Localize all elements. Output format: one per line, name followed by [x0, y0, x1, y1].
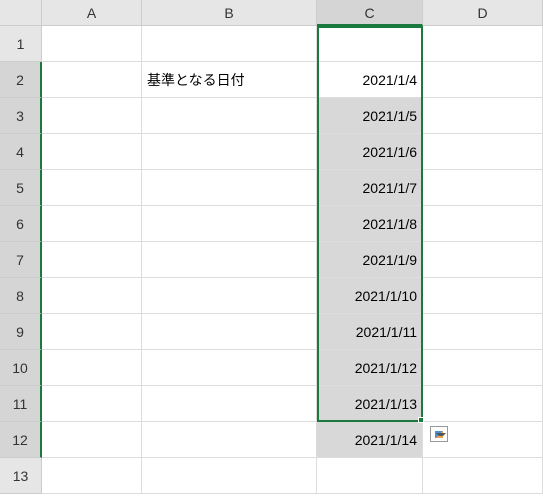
cell-d10[interactable]	[423, 350, 543, 386]
cell-d4[interactable]	[423, 134, 543, 170]
cell-b1[interactable]	[142, 26, 317, 62]
cell-d8[interactable]	[423, 278, 543, 314]
cell-a7[interactable]	[42, 242, 142, 278]
cell-b10[interactable]	[142, 350, 317, 386]
cell-a11[interactable]	[42, 386, 142, 422]
cell-d2[interactable]	[423, 62, 543, 98]
col-header-c[interactable]: C	[317, 0, 423, 26]
cell-b12[interactable]	[142, 422, 317, 458]
col-header-d[interactable]: D	[423, 0, 543, 26]
cell-a4[interactable]	[42, 134, 142, 170]
fill-handle[interactable]	[418, 417, 424, 423]
row-header-8[interactable]: 8	[0, 278, 42, 314]
cell-c11[interactable]: 2021/1/13	[317, 386, 423, 422]
cell-b3[interactable]	[142, 98, 317, 134]
cell-d5[interactable]	[423, 170, 543, 206]
cell-c9[interactable]: 2021/1/11	[317, 314, 423, 350]
cell-c3[interactable]: 2021/1/5	[317, 98, 423, 134]
spreadsheet-grid: A B C D 1 2 基準となる日付 2021/1/4 3 2021/1/5 …	[0, 0, 543, 494]
cell-c12[interactable]: 2021/1/14	[317, 422, 423, 458]
cell-c1[interactable]	[317, 26, 423, 62]
row-header-12[interactable]: 12	[0, 422, 42, 458]
cell-c6[interactable]: 2021/1/8	[317, 206, 423, 242]
cell-d9[interactable]	[423, 314, 543, 350]
row-header-4[interactable]: 4	[0, 134, 42, 170]
cell-a2[interactable]	[42, 62, 142, 98]
row-header-2[interactable]: 2	[0, 62, 42, 98]
cell-d11[interactable]	[423, 386, 543, 422]
cell-d6[interactable]	[423, 206, 543, 242]
cell-b9[interactable]	[142, 314, 317, 350]
cell-b7[interactable]	[142, 242, 317, 278]
autofill-options-button[interactable]	[430, 426, 448, 442]
cell-d3[interactable]	[423, 98, 543, 134]
cell-a9[interactable]	[42, 314, 142, 350]
cell-a8[interactable]	[42, 278, 142, 314]
cell-c5[interactable]: 2021/1/7	[317, 170, 423, 206]
row-header-6[interactable]: 6	[0, 206, 42, 242]
cell-b6[interactable]	[142, 206, 317, 242]
select-all-corner[interactable]	[0, 0, 42, 26]
row-header-10[interactable]: 10	[0, 350, 42, 386]
cell-b13[interactable]	[142, 458, 317, 494]
cell-d13[interactable]	[423, 458, 543, 494]
cell-b8[interactable]	[142, 278, 317, 314]
row-header-7[interactable]: 7	[0, 242, 42, 278]
col-header-a[interactable]: A	[42, 0, 142, 26]
col-header-b[interactable]: B	[142, 0, 317, 26]
cell-d1[interactable]	[423, 26, 543, 62]
row-header-3[interactable]: 3	[0, 98, 42, 134]
cell-b5[interactable]	[142, 170, 317, 206]
cell-a13[interactable]	[42, 458, 142, 494]
cell-c2[interactable]: 2021/1/4	[317, 62, 423, 98]
cell-c7[interactable]: 2021/1/9	[317, 242, 423, 278]
cell-a1[interactable]	[42, 26, 142, 62]
cell-a12[interactable]	[42, 422, 142, 458]
cell-c8[interactable]: 2021/1/10	[317, 278, 423, 314]
cell-a10[interactable]	[42, 350, 142, 386]
cell-b11[interactable]	[142, 386, 317, 422]
row-header-9[interactable]: 9	[0, 314, 42, 350]
cell-a6[interactable]	[42, 206, 142, 242]
cell-c10[interactable]: 2021/1/12	[317, 350, 423, 386]
cell-c4[interactable]: 2021/1/6	[317, 134, 423, 170]
row-header-1[interactable]: 1	[0, 26, 42, 62]
row-header-13[interactable]: 13	[0, 458, 42, 494]
cell-c13[interactable]	[317, 458, 423, 494]
cell-a3[interactable]	[42, 98, 142, 134]
cell-b4[interactable]	[142, 134, 317, 170]
row-header-5[interactable]: 5	[0, 170, 42, 206]
cell-b2[interactable]: 基準となる日付	[142, 62, 317, 98]
cell-d7[interactable]	[423, 242, 543, 278]
row-header-11[interactable]: 11	[0, 386, 42, 422]
cell-a5[interactable]	[42, 170, 142, 206]
